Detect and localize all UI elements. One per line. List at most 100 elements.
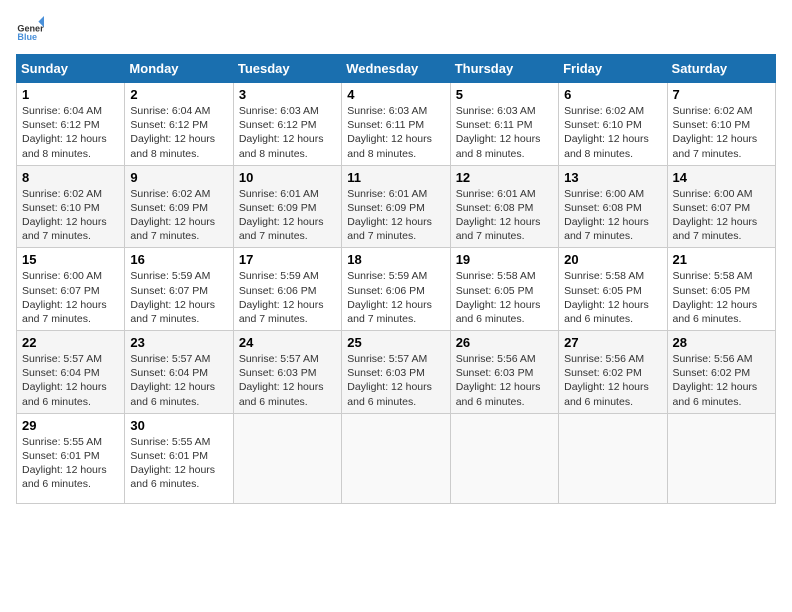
- day-info: Sunrise: 6:03 AM Sunset: 6:12 PM Dayligh…: [239, 104, 336, 161]
- calendar-cell: 26 Sunrise: 5:56 AM Sunset: 6:03 PM Dayl…: [450, 331, 558, 414]
- day-info: Sunrise: 5:58 AM Sunset: 6:05 PM Dayligh…: [673, 269, 770, 326]
- day-number: 27: [564, 335, 661, 350]
- calendar-cell: 23 Sunrise: 5:57 AM Sunset: 6:04 PM Dayl…: [125, 331, 233, 414]
- col-header-saturday: Saturday: [667, 55, 775, 83]
- col-header-friday: Friday: [559, 55, 667, 83]
- day-number: 26: [456, 335, 553, 350]
- calendar-cell: 6 Sunrise: 6:02 AM Sunset: 6:10 PM Dayli…: [559, 83, 667, 166]
- calendar-cell: 30 Sunrise: 5:55 AM Sunset: 6:01 PM Dayl…: [125, 413, 233, 503]
- day-number: 18: [347, 252, 444, 267]
- calendar-cell: 13 Sunrise: 6:00 AM Sunset: 6:08 PM Dayl…: [559, 165, 667, 248]
- day-info: Sunrise: 5:59 AM Sunset: 6:06 PM Dayligh…: [239, 269, 336, 326]
- calendar-cell: 29 Sunrise: 5:55 AM Sunset: 6:01 PM Dayl…: [17, 413, 125, 503]
- calendar-cell: 1 Sunrise: 6:04 AM Sunset: 6:12 PM Dayli…: [17, 83, 125, 166]
- logo-icon: General Blue: [16, 16, 44, 44]
- calendar-cell: 7 Sunrise: 6:02 AM Sunset: 6:10 PM Dayli…: [667, 83, 775, 166]
- day-number: 22: [22, 335, 119, 350]
- calendar-cell: 8 Sunrise: 6:02 AM Sunset: 6:10 PM Dayli…: [17, 165, 125, 248]
- day-info: Sunrise: 6:01 AM Sunset: 6:08 PM Dayligh…: [456, 187, 553, 244]
- calendar-cell: 3 Sunrise: 6:03 AM Sunset: 6:12 PM Dayli…: [233, 83, 341, 166]
- day-info: Sunrise: 5:55 AM Sunset: 6:01 PM Dayligh…: [22, 435, 119, 492]
- calendar-header-row: SundayMondayTuesdayWednesdayThursdayFrid…: [17, 55, 776, 83]
- day-info: Sunrise: 5:57 AM Sunset: 6:04 PM Dayligh…: [130, 352, 227, 409]
- col-header-wednesday: Wednesday: [342, 55, 450, 83]
- day-number: 12: [456, 170, 553, 185]
- calendar-cell: [559, 413, 667, 503]
- calendar-cell: 27 Sunrise: 5:56 AM Sunset: 6:02 PM Dayl…: [559, 331, 667, 414]
- day-number: 9: [130, 170, 227, 185]
- day-info: Sunrise: 5:56 AM Sunset: 6:02 PM Dayligh…: [673, 352, 770, 409]
- day-number: 3: [239, 87, 336, 102]
- calendar-cell: 28 Sunrise: 5:56 AM Sunset: 6:02 PM Dayl…: [667, 331, 775, 414]
- calendar-week-row: 22 Sunrise: 5:57 AM Sunset: 6:04 PM Dayl…: [17, 331, 776, 414]
- day-number: 10: [239, 170, 336, 185]
- calendar-cell: 14 Sunrise: 6:00 AM Sunset: 6:07 PM Dayl…: [667, 165, 775, 248]
- calendar-week-row: 15 Sunrise: 6:00 AM Sunset: 6:07 PM Dayl…: [17, 248, 776, 331]
- page-header: General Blue: [16, 16, 776, 44]
- calendar-table: SundayMondayTuesdayWednesdayThursdayFrid…: [16, 54, 776, 504]
- day-info: Sunrise: 5:56 AM Sunset: 6:03 PM Dayligh…: [456, 352, 553, 409]
- calendar-cell: 19 Sunrise: 5:58 AM Sunset: 6:05 PM Dayl…: [450, 248, 558, 331]
- day-number: 28: [673, 335, 770, 350]
- calendar-cell: 20 Sunrise: 5:58 AM Sunset: 6:05 PM Dayl…: [559, 248, 667, 331]
- calendar-week-row: 1 Sunrise: 6:04 AM Sunset: 6:12 PM Dayli…: [17, 83, 776, 166]
- day-info: Sunrise: 6:02 AM Sunset: 6:09 PM Dayligh…: [130, 187, 227, 244]
- day-info: Sunrise: 5:57 AM Sunset: 6:03 PM Dayligh…: [347, 352, 444, 409]
- calendar-cell: [342, 413, 450, 503]
- day-number: 30: [130, 418, 227, 433]
- day-info: Sunrise: 5:57 AM Sunset: 6:03 PM Dayligh…: [239, 352, 336, 409]
- day-info: Sunrise: 6:04 AM Sunset: 6:12 PM Dayligh…: [130, 104, 227, 161]
- calendar-week-row: 29 Sunrise: 5:55 AM Sunset: 6:01 PM Dayl…: [17, 413, 776, 503]
- day-number: 7: [673, 87, 770, 102]
- day-number: 24: [239, 335, 336, 350]
- day-info: Sunrise: 6:01 AM Sunset: 6:09 PM Dayligh…: [347, 187, 444, 244]
- calendar-cell: 15 Sunrise: 6:00 AM Sunset: 6:07 PM Dayl…: [17, 248, 125, 331]
- day-info: Sunrise: 6:02 AM Sunset: 6:10 PM Dayligh…: [564, 104, 661, 161]
- calendar-cell: 25 Sunrise: 5:57 AM Sunset: 6:03 PM Dayl…: [342, 331, 450, 414]
- day-number: 21: [673, 252, 770, 267]
- calendar-cell: 16 Sunrise: 5:59 AM Sunset: 6:07 PM Dayl…: [125, 248, 233, 331]
- day-number: 15: [22, 252, 119, 267]
- day-info: Sunrise: 6:04 AM Sunset: 6:12 PM Dayligh…: [22, 104, 119, 161]
- day-info: Sunrise: 6:00 AM Sunset: 6:07 PM Dayligh…: [673, 187, 770, 244]
- col-header-monday: Monday: [125, 55, 233, 83]
- day-info: Sunrise: 5:58 AM Sunset: 6:05 PM Dayligh…: [456, 269, 553, 326]
- day-number: 19: [456, 252, 553, 267]
- calendar-cell: 5 Sunrise: 6:03 AM Sunset: 6:11 PM Dayli…: [450, 83, 558, 166]
- day-number: 14: [673, 170, 770, 185]
- calendar-cell: [450, 413, 558, 503]
- day-info: Sunrise: 6:00 AM Sunset: 6:08 PM Dayligh…: [564, 187, 661, 244]
- day-number: 17: [239, 252, 336, 267]
- day-info: Sunrise: 5:56 AM Sunset: 6:02 PM Dayligh…: [564, 352, 661, 409]
- day-info: Sunrise: 5:58 AM Sunset: 6:05 PM Dayligh…: [564, 269, 661, 326]
- day-number: 6: [564, 87, 661, 102]
- calendar-cell: [233, 413, 341, 503]
- day-number: 1: [22, 87, 119, 102]
- day-number: 25: [347, 335, 444, 350]
- day-info: Sunrise: 6:00 AM Sunset: 6:07 PM Dayligh…: [22, 269, 119, 326]
- calendar-cell: 11 Sunrise: 6:01 AM Sunset: 6:09 PM Dayl…: [342, 165, 450, 248]
- day-number: 20: [564, 252, 661, 267]
- day-info: Sunrise: 6:03 AM Sunset: 6:11 PM Dayligh…: [347, 104, 444, 161]
- calendar-cell: 10 Sunrise: 6:01 AM Sunset: 6:09 PM Dayl…: [233, 165, 341, 248]
- calendar-cell: 12 Sunrise: 6:01 AM Sunset: 6:08 PM Dayl…: [450, 165, 558, 248]
- day-number: 29: [22, 418, 119, 433]
- day-number: 4: [347, 87, 444, 102]
- day-info: Sunrise: 5:59 AM Sunset: 6:06 PM Dayligh…: [347, 269, 444, 326]
- calendar-cell: 4 Sunrise: 6:03 AM Sunset: 6:11 PM Dayli…: [342, 83, 450, 166]
- calendar-cell: [667, 413, 775, 503]
- day-info: Sunrise: 5:59 AM Sunset: 6:07 PM Dayligh…: [130, 269, 227, 326]
- day-number: 5: [456, 87, 553, 102]
- col-header-tuesday: Tuesday: [233, 55, 341, 83]
- calendar-cell: 21 Sunrise: 5:58 AM Sunset: 6:05 PM Dayl…: [667, 248, 775, 331]
- day-info: Sunrise: 6:03 AM Sunset: 6:11 PM Dayligh…: [456, 104, 553, 161]
- calendar-cell: 18 Sunrise: 5:59 AM Sunset: 6:06 PM Dayl…: [342, 248, 450, 331]
- day-number: 2: [130, 87, 227, 102]
- day-number: 11: [347, 170, 444, 185]
- day-number: 8: [22, 170, 119, 185]
- calendar-week-row: 8 Sunrise: 6:02 AM Sunset: 6:10 PM Dayli…: [17, 165, 776, 248]
- day-info: Sunrise: 5:57 AM Sunset: 6:04 PM Dayligh…: [22, 352, 119, 409]
- calendar-cell: 22 Sunrise: 5:57 AM Sunset: 6:04 PM Dayl…: [17, 331, 125, 414]
- day-info: Sunrise: 6:02 AM Sunset: 6:10 PM Dayligh…: [673, 104, 770, 161]
- col-header-thursday: Thursday: [450, 55, 558, 83]
